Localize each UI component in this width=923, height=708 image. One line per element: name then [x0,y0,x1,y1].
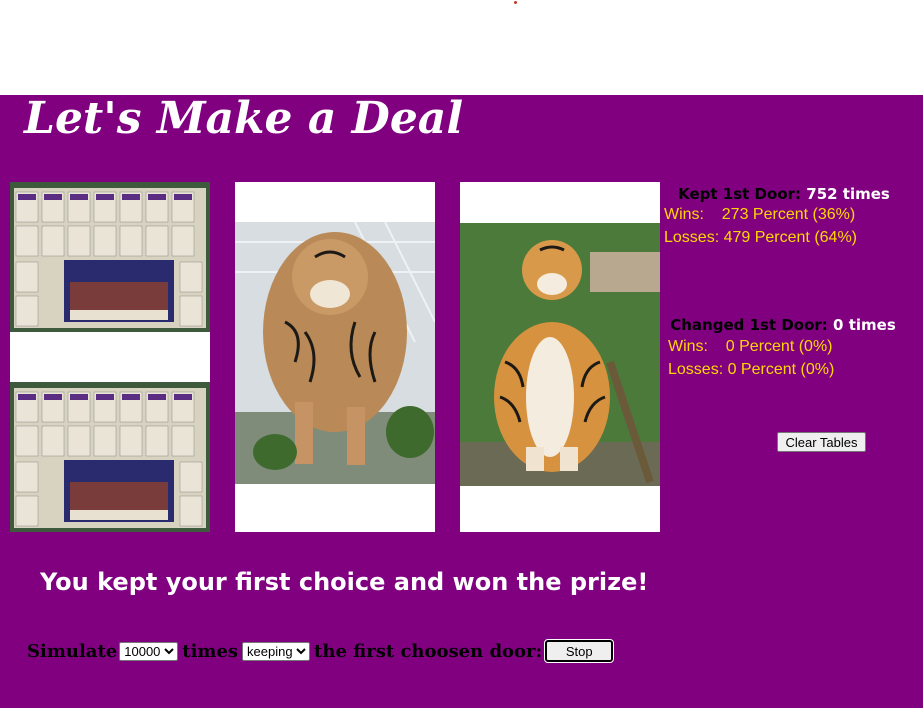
strategy-select[interactable]: keeping [242,641,311,661]
changed-heading-label: Changed 1st Door: [670,316,828,334]
changed-losses: Losses: 0 Percent (0%) [668,361,835,378]
simulation-count-select[interactable]: 10000 [119,641,179,661]
stop-button[interactable]: Stop [544,639,615,663]
times-label: times [182,640,239,662]
door-3[interactable] [460,182,660,532]
door-2[interactable] [235,182,435,532]
page-title: Let's Make a Deal [24,93,464,144]
simulation-controls: Simulate 10000 times keeping the first c… [27,639,615,663]
kept-wins: Wins: 273 Percent (36%) [664,206,856,223]
changed-wins: Wins: 0 Percent (0%) [668,338,833,355]
first-door-label: the first choosen door: [314,640,543,662]
simulate-label: Simulate [27,640,118,662]
changed-stats: Changed 1st Door: 0 times Wins: 0 Percen… [668,316,908,381]
lsu-tickets-collage-image [10,182,210,532]
clear-tables-button[interactable]: Clear Tables [777,432,866,452]
game-panel: Let's Make a Deal Kept 1st Door: 752 tim… [0,95,923,708]
result-message: You kept your first choice and won the p… [40,568,649,596]
door-1[interactable] [10,182,210,532]
kept-losses: Losses: 479 Percent (64%) [664,229,857,246]
red-dot [514,1,517,4]
changed-count: 0 times [833,316,896,334]
kept-stats: Kept 1st Door: 752 times Wins: 273 Perce… [664,185,904,249]
changed-heading: Changed 1st Door: 0 times [668,316,898,335]
kept-heading: Kept 1st Door: 752 times [664,185,904,203]
walking-tiger-image [235,221,435,532]
sitting-tiger-image [460,223,660,532]
kept-heading-label: Kept 1st Door: [678,185,802,203]
kept-count: 752 times [806,185,890,203]
